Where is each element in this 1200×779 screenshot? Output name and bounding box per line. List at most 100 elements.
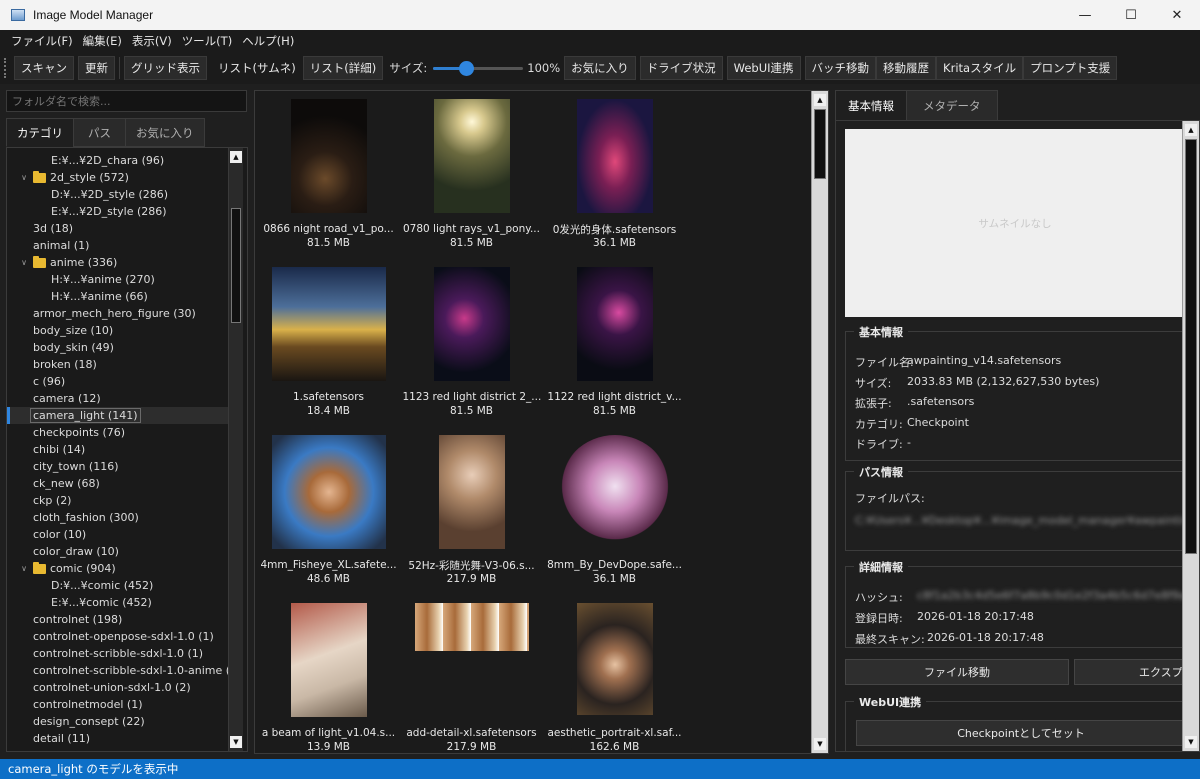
favorites-button[interactable]: お気に入り [564, 56, 636, 80]
tree-item[interactable]: camera_light (141) [7, 407, 229, 424]
tree-item[interactable]: ∨ anime (336) [7, 254, 229, 271]
refresh-button[interactable]: 更新 [78, 56, 115, 80]
chevron-down-icon[interactable]: ∨ [19, 173, 29, 182]
tree-item[interactable]: controlnetmodel (1) [7, 696, 229, 713]
tree-item[interactable]: ckp (2) [7, 492, 229, 509]
scroll-thumb[interactable] [231, 208, 241, 323]
scroll-up-icon[interactable]: ▲ [230, 151, 242, 163]
model-card[interactable]: 1.safetensors 18.4 MB [257, 267, 400, 417]
model-card[interactable]: aesthetic_portrait-xl.saf... 162.6 MB [543, 603, 686, 753]
close-icon[interactable]: ✕ [1154, 0, 1200, 30]
model-card[interactable]: a beam of light_v1.04.s... 13.9 MB [257, 603, 400, 753]
model-card[interactable]: add-detail-xl.safetensors 217.9 MB [400, 603, 543, 753]
tree-item[interactable]: ck_new (68) [7, 475, 229, 492]
grid-scrollbar[interactable]: ▲ ▼ [811, 91, 828, 753]
model-card[interactable]: 0发光的身体.safetensors 36.1 MB [543, 99, 686, 249]
file-move-button[interactable]: ファイル移動 [845, 659, 1069, 685]
tree-item[interactable]: controlnet-scribble-sdxl-1.0-anime (1) [7, 662, 241, 679]
tab-basic-info[interactable]: 基本情報 [835, 90, 907, 121]
tree-item[interactable]: checkpoints (76) [7, 424, 229, 441]
prompt-assist-button[interactable]: プロンプト支援 [1023, 56, 1118, 80]
scroll-down-icon[interactable]: ▼ [814, 738, 826, 750]
tree-item[interactable]: color (10) [7, 526, 229, 543]
model-card[interactable]: 0866 night road_v1_po... 81.5 MB [257, 99, 400, 249]
tree-item[interactable]: controlnet-openpose-sdxl-1.0 (1) [7, 628, 229, 645]
tree-item[interactable]: D:¥...¥2D_style (286) [7, 186, 229, 203]
tree-item[interactable]: color_draw (10) [7, 543, 229, 560]
tree-item[interactable]: body_skin (49) [7, 339, 229, 356]
drive-status-button[interactable]: ドライブ状況 [639, 56, 723, 80]
tree-item[interactable]: ∨ 2d_style (572) [7, 169, 229, 186]
model-card[interactable]: 8mm_By_DevDope.safe... 36.1 MB [543, 435, 686, 585]
menu-edit[interactable]: 編集(E) [78, 33, 127, 49]
tree-item[interactable]: c (96) [7, 373, 229, 390]
scan-button[interactable]: スキャン [14, 56, 74, 80]
menu-view[interactable]: 表示(V) [127, 33, 177, 49]
menu-file[interactable]: ファイル(F) [6, 33, 78, 49]
right-panel: 基本情報 メタデータ サムネイルなし 基本情報 ファイル名: awpainting… [835, 88, 1200, 752]
tree-item[interactable]: broken (18) [7, 356, 229, 373]
tree-item[interactable]: controlnet-scribble-sdxl-1.0 (1) [7, 645, 229, 662]
scroll-up-icon[interactable]: ▲ [814, 94, 826, 106]
tree-scrollbar[interactable]: ▲ ▼ [228, 148, 243, 751]
scroll-thumb[interactable] [1185, 139, 1197, 554]
tab-category[interactable]: カテゴリ [6, 118, 74, 147]
tree-item[interactable]: controlnet-union-sdxl-1.0 (2) [7, 679, 229, 696]
tree-item[interactable]: animal (1) [7, 237, 229, 254]
tab-path[interactable]: パス [73, 118, 126, 147]
chevron-down-icon[interactable]: ∨ [19, 564, 29, 573]
scroll-down-icon[interactable]: ▼ [1185, 736, 1197, 748]
move-history-button[interactable]: 移動履歴 [876, 56, 937, 80]
tab-favorites[interactable]: お気に入り [125, 118, 205, 147]
model-card[interactable]: 4mm_Fisheye_XL.safete... 48.6 MB [257, 435, 400, 585]
slider-thumb[interactable] [458, 61, 474, 76]
tree-item[interactable]: E:¥...¥comic (452) [7, 594, 229, 611]
list-detail-button[interactable]: リスト(詳細) [302, 56, 384, 80]
scroll-down-icon[interactable]: ▼ [230, 736, 242, 748]
grid-view-button[interactable]: グリッド表示 [124, 56, 207, 80]
webui-button[interactable]: WebUI連携 [726, 56, 801, 80]
tree-item-label: D:¥...¥2D_style (286) [51, 188, 169, 201]
tree-item[interactable]: armor_mech_hero_figure (30) [7, 305, 229, 322]
tree-item-label: city_town (116) [33, 460, 119, 473]
maximize-icon[interactable]: ☐ [1108, 0, 1154, 30]
detail-scrollbar[interactable]: ▲ ▼ [1182, 121, 1199, 751]
tree-item[interactable]: D:¥...¥comic (452) [7, 577, 229, 594]
batch-move-button[interactable]: バッチ移動 [804, 56, 877, 80]
folder-search-input[interactable] [6, 90, 247, 112]
tree-item[interactable]: E:¥...¥2D_chara (96) [7, 152, 229, 169]
tree-item[interactable]: detail (11) [7, 730, 229, 747]
model-card[interactable]: 1122 red light district_v... 81.5 MB [543, 267, 686, 417]
tree-item[interactable]: 3d (18) [7, 220, 229, 237]
left-tabs: カテゴリ パス お気に入り [6, 118, 205, 148]
tab-metadata[interactable]: メタデータ [906, 90, 998, 121]
scroll-thumb[interactable] [814, 109, 826, 179]
size-slider[interactable] [433, 58, 524, 78]
scroll-up-icon[interactable]: ▲ [1185, 124, 1197, 136]
chevron-down-icon[interactable]: ∨ [19, 258, 29, 267]
toolbar-grip[interactable] [4, 58, 8, 78]
minimize-icon[interactable]: — [1062, 0, 1108, 30]
tree-item[interactable]: cloth_fashion (300) [7, 509, 229, 526]
tree-item[interactable]: camera (12) [7, 390, 229, 407]
krita-style-button[interactable]: Kritaスタイル [936, 56, 1024, 80]
set-checkpoint-button[interactable]: Checkpointとしてセット [856, 720, 1186, 746]
menu-tools[interactable]: ツール(T) [177, 33, 238, 49]
tree-item[interactable]: chibi (14) [7, 441, 229, 458]
model-card[interactable]: 1123 red light district 2_... 81.5 MB [400, 267, 543, 417]
tree-item[interactable]: H:¥...¥anime (66) [7, 288, 229, 305]
tree-item[interactable]: city_town (116) [7, 458, 229, 475]
menu-help[interactable]: ヘルプ(H) [237, 33, 299, 49]
tree-item[interactable]: controlnet (198) [7, 611, 229, 628]
tree-item-label: E:¥...¥comic (452) [51, 596, 152, 609]
model-card[interactable]: 0780 light rays_v1_pony... 81.5 MB [400, 99, 543, 249]
list-thumb-button[interactable]: リスト(サムネ) [211, 56, 303, 80]
hash-row: ハッシュ: c8f1a2b3c4d5e6f7a8b9c0d1e2f3a4b5c6… [855, 589, 1187, 605]
tree-item[interactable]: E:¥...¥2D_style (286) [7, 203, 229, 220]
model-card[interactable]: 52Hz-彩随光舞-V3-06.s... 217.9 MB [400, 435, 543, 585]
tree-item[interactable]: ∨ comic (904) [7, 560, 229, 577]
tree-item[interactable]: design_consept (22) [7, 713, 229, 730]
tree-item[interactable]: H:¥...¥anime (270) [7, 271, 229, 288]
model-name: 1122 red light district_v... [547, 391, 682, 403]
tree-item[interactable]: body_size (10) [7, 322, 229, 339]
